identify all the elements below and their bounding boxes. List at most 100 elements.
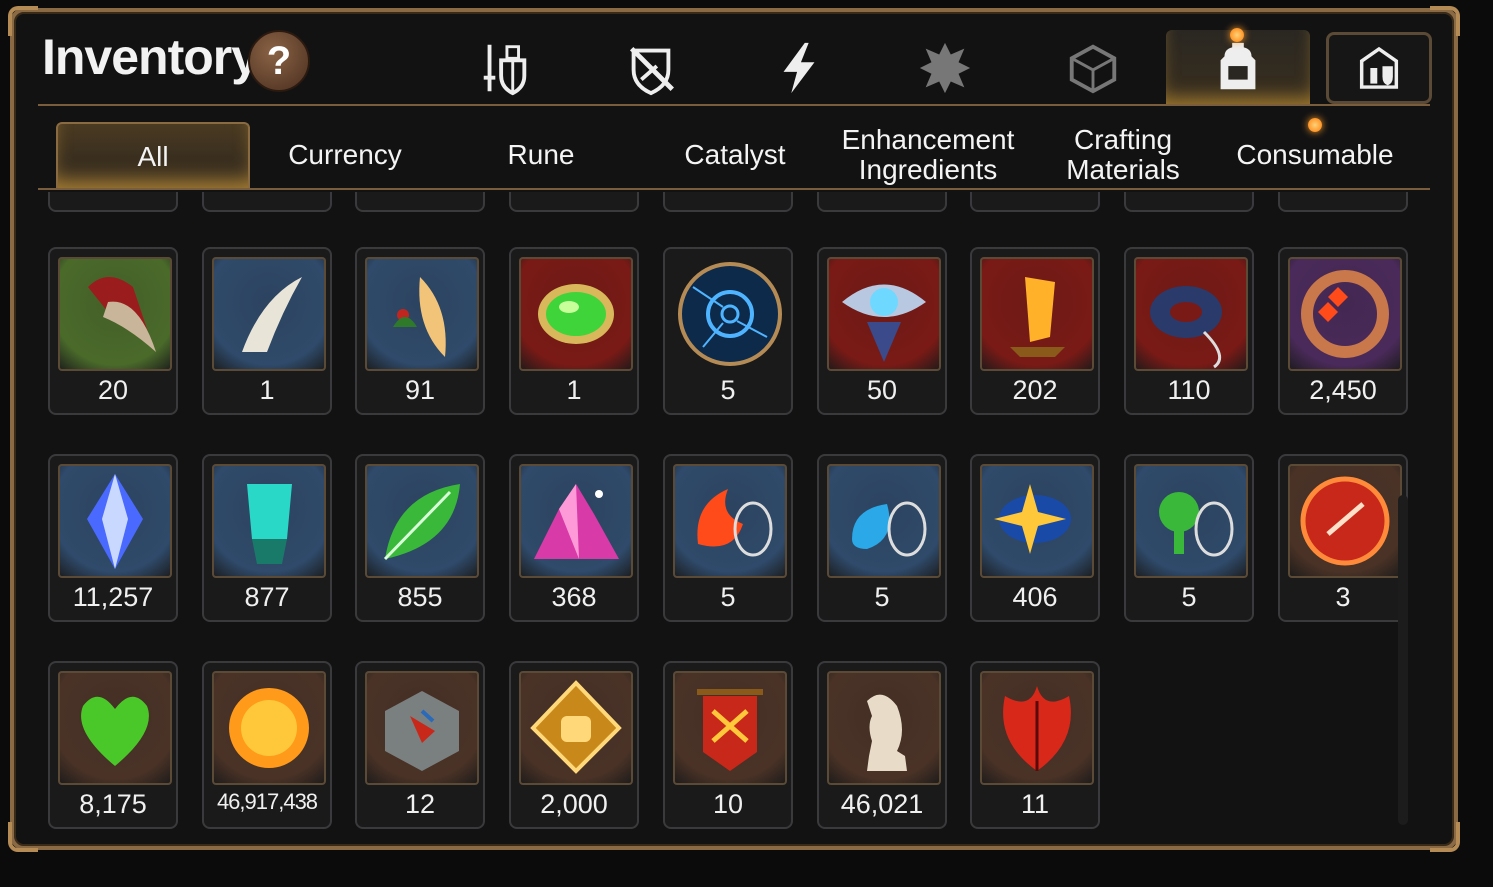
item-slot[interactable]: 2,450 — [1278, 247, 1408, 415]
fang-icon — [242, 277, 302, 352]
item-slot[interactable]: 91 — [355, 247, 485, 415]
item-icon-frame — [1134, 464, 1248, 578]
item-slot-partial[interactable] — [970, 192, 1100, 212]
red-claw-icon — [88, 277, 156, 352]
subtab-all[interactable]: All — [56, 122, 250, 190]
item-slot[interactable]: 50 — [817, 247, 947, 415]
item-icon-frame — [827, 671, 941, 785]
item-count: 1 — [566, 375, 582, 405]
item-slot[interactable]: 5 — [663, 454, 793, 622]
backpack-icon — [1220, 42, 1256, 90]
item-icon-frame — [980, 671, 1094, 785]
category-tab-crest[interactable] — [880, 30, 1010, 106]
item-slot[interactable]: 2,000 — [509, 661, 639, 829]
item-slot[interactable]: 46,917,438 — [202, 661, 332, 829]
war-banner-icon — [697, 689, 763, 771]
item-count: 202 — [1012, 375, 1058, 405]
blue-rune-icon — [678, 262, 782, 366]
item-slot-partial[interactable] — [355, 192, 485, 212]
item-icon-frame — [212, 257, 326, 371]
item-slot[interactable]: 1 — [202, 247, 332, 415]
item-icon-frame — [980, 257, 1094, 371]
item-count: 5 — [720, 375, 736, 405]
item-slot[interactable]: 855 — [355, 454, 485, 622]
teal-gem-icon — [247, 484, 292, 564]
category-tab-skills[interactable] — [734, 30, 864, 106]
item-icon-frame — [519, 464, 633, 578]
category-tab-box[interactable] — [1028, 30, 1158, 106]
lightning-icon — [783, 42, 815, 94]
item-slot[interactable]: 8,175 — [48, 661, 178, 829]
item-slot[interactable]: 202 — [970, 247, 1100, 415]
item-count: 12 — [404, 789, 436, 819]
item-count: 50 — [866, 375, 898, 405]
item-slot[interactable]: 877 — [202, 454, 332, 622]
item-slot[interactable]: 5 — [663, 247, 793, 415]
item-slot-partial[interactable] — [509, 192, 639, 212]
item-slot[interactable]: 110 — [1124, 247, 1254, 415]
subtab-enhancement-ingredients[interactable]: Enhancement Ingredients — [832, 122, 1024, 188]
subtab-rune[interactable]: Rune — [446, 122, 636, 188]
item-icon-frame — [365, 464, 479, 578]
item-slot[interactable]: 11 — [970, 661, 1100, 829]
item-icon-frame — [58, 671, 172, 785]
flame-crest-icon — [919, 42, 971, 94]
item-slot[interactable]: 406 — [970, 454, 1100, 622]
item-slot-partial[interactable] — [1278, 192, 1408, 212]
item-count: 368 — [551, 582, 597, 612]
notification-dot — [1308, 118, 1322, 132]
item-icon-frame — [827, 257, 941, 371]
box-icon — [1069, 44, 1117, 94]
item-slot[interactable]: 10 — [663, 661, 793, 829]
red-seal-icon — [1300, 476, 1390, 566]
item-slot-partial[interactable] — [1124, 192, 1254, 212]
blue-crystal-icon — [87, 474, 143, 569]
item-count: 1 — [259, 375, 275, 405]
item-icon-frame — [1134, 257, 1248, 371]
item-slot-partial[interactable] — [817, 192, 947, 212]
subtab-currency[interactable]: Currency — [250, 122, 440, 188]
item-count: 46,917,438 — [216, 789, 318, 814]
category-tab-artifacts[interactable] — [586, 30, 716, 106]
item-icon-frame — [365, 671, 479, 785]
scrollbar[interactable] — [1398, 495, 1408, 825]
item-count: 11 — [1020, 789, 1050, 819]
item-icon-frame — [519, 257, 633, 371]
item-count: 2,450 — [1309, 375, 1377, 405]
green-leaf-icon — [383, 484, 460, 561]
item-slot[interactable]: 368 — [509, 454, 639, 622]
frame-corner — [1430, 822, 1460, 852]
category-tab-castle[interactable] — [1326, 32, 1432, 104]
item-count: 11,257 — [72, 582, 154, 612]
item-slot[interactable]: 20 — [48, 247, 178, 415]
item-count: 855 — [397, 582, 443, 612]
category-tab-equipment[interactable] — [440, 30, 570, 106]
divider — [38, 104, 1430, 106]
item-slot[interactable]: 12 — [355, 661, 485, 829]
item-icon-frame — [58, 464, 172, 578]
item-icon-frame — [1288, 257, 1402, 371]
item-count: 20 — [97, 375, 129, 405]
inventory-header: Inventory ? — [0, 0, 1493, 106]
item-slot[interactable]: 46,021 — [817, 661, 947, 829]
item-slot[interactable]: 11,257 — [48, 454, 178, 622]
item-count: 5 — [720, 582, 736, 612]
subtab-crafting-materials[interactable]: Crafting Materials — [1030, 122, 1216, 188]
item-slot-partial[interactable] — [48, 192, 178, 212]
item-icon-frame — [212, 671, 326, 785]
help-button[interactable]: ? — [248, 30, 310, 92]
subtab-catalyst[interactable]: Catalyst — [640, 122, 830, 188]
item-count: 10 — [712, 789, 744, 819]
item-icon-frame — [673, 464, 787, 578]
item-slot-partial[interactable] — [663, 192, 793, 212]
castle-icon — [1359, 46, 1399, 89]
item-slot[interactable]: 5 — [817, 454, 947, 622]
green-heart-icon — [81, 696, 149, 766]
item-slot[interactable]: 5 — [1124, 454, 1254, 622]
item-icon-frame — [212, 464, 326, 578]
water-pendant-icon — [852, 501, 927, 557]
item-slot[interactable]: 1 — [509, 247, 639, 415]
item-slot-partial[interactable] — [202, 192, 332, 212]
item-slot[interactable]: 3 — [1278, 454, 1408, 622]
knight-chess-icon — [867, 694, 907, 771]
